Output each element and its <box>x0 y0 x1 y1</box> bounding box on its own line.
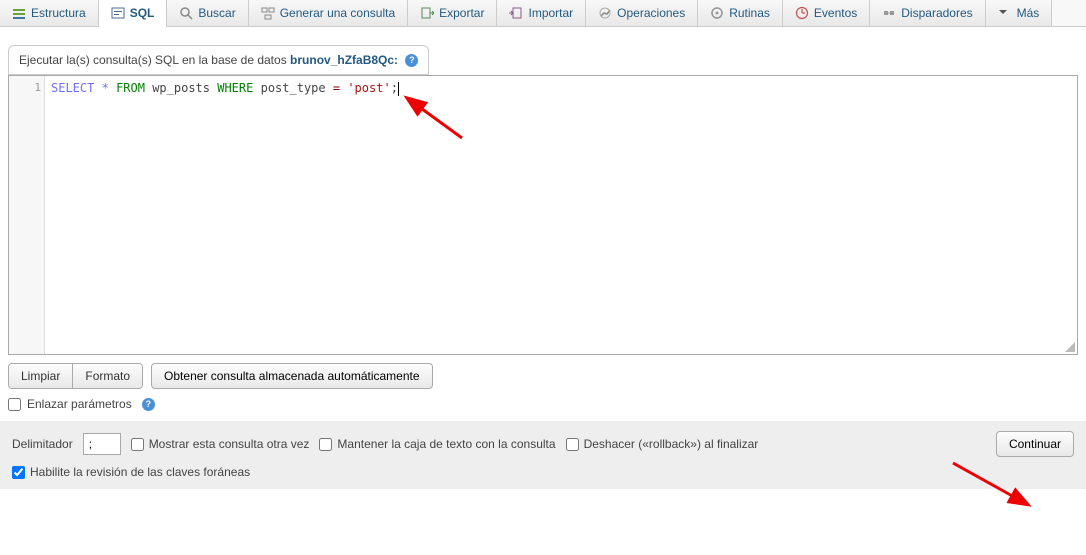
tab-generar[interactable]: Generar una consulta <box>249 0 408 26</box>
clear-button[interactable]: Limpiar <box>9 364 72 388</box>
bind-params-row: Enlazar parámetros ? <box>8 397 1078 411</box>
sql-icon <box>111 6 125 20</box>
header-prefix: Ejecutar la(s) consulta(s) SQL en la bas… <box>19 53 290 67</box>
tab-label: Operaciones <box>617 6 685 20</box>
sql-semicolon: ; <box>391 81 398 95</box>
rollback-checkbox[interactable] <box>566 438 579 451</box>
search-icon <box>179 6 193 20</box>
tab-label: Disparadores <box>901 6 972 20</box>
operations-icon <box>598 6 612 20</box>
tab-operaciones[interactable]: Operaciones <box>586 0 698 26</box>
retain-box-label[interactable]: Mantener la caja de texto con la consult… <box>337 437 555 451</box>
show-again-checkbox[interactable] <box>131 438 144 451</box>
export-icon <box>420 6 434 20</box>
tab-label: Generar una consulta <box>280 6 395 20</box>
bottom-panel: Delimitador Mostrar esta consulta otra v… <box>0 421 1086 489</box>
tab-label: Estructura <box>31 6 86 20</box>
sql-column: post_type <box>261 81 326 95</box>
tab-sql[interactable]: SQL <box>99 0 168 27</box>
sql-star: * <box>102 81 109 95</box>
editor-toolbar: Limpiar Formato Obtener consulta almacen… <box>8 363 1078 389</box>
format-button[interactable]: Formato <box>72 364 142 388</box>
show-again-label[interactable]: Mostrar esta consulta otra vez <box>149 437 310 451</box>
triggers-icon <box>882 6 896 20</box>
line-number: 1 <box>34 81 41 94</box>
sql-string: 'post' <box>347 81 390 95</box>
tab-label: Exportar <box>439 6 484 20</box>
tab-label: Más <box>1017 6 1040 20</box>
events-icon <box>795 6 809 20</box>
main-tabs: Estructura SQL Buscar Generar una consul… <box>0 0 1086 27</box>
retain-box-checkbox[interactable] <box>319 438 332 451</box>
tab-exportar[interactable]: Exportar <box>408 0 497 26</box>
sql-operator: = <box>333 81 340 95</box>
enable-fk-label[interactable]: Habilite la revisión de las claves forán… <box>30 465 250 479</box>
help-icon[interactable]: ? <box>405 54 418 67</box>
sql-keyword: FROM <box>116 81 145 95</box>
continue-button[interactable]: Continuar <box>996 431 1074 457</box>
tab-buscar[interactable]: Buscar <box>167 0 248 26</box>
rollback-label[interactable]: Deshacer («rollback») al finalizar <box>584 437 759 451</box>
sql-table: wp_posts <box>152 81 210 95</box>
resize-handle[interactable] <box>1065 342 1075 352</box>
tab-disparadores[interactable]: Disparadores <box>870 0 985 26</box>
tab-estructura[interactable]: Estructura <box>0 0 99 26</box>
tab-label: SQL <box>130 6 155 20</box>
bind-params-checkbox[interactable] <box>8 398 21 411</box>
text-cursor <box>398 82 399 96</box>
tab-label: Rutinas <box>729 6 770 20</box>
sql-keyword: SELECT <box>51 81 94 95</box>
button-group: Limpiar Formato <box>8 363 143 389</box>
bind-params-label[interactable]: Enlazar parámetros <box>27 397 132 411</box>
tab-mas[interactable]: Más <box>986 0 1053 26</box>
sql-keyword: WHERE <box>217 81 253 95</box>
more-icon <box>998 6 1012 20</box>
help-icon[interactable]: ? <box>142 398 155 411</box>
query-icon <box>261 6 275 20</box>
tab-label: Importar <box>528 6 573 20</box>
auto-query-button[interactable]: Obtener consulta almacenada automáticame… <box>151 363 433 389</box>
tab-eventos[interactable]: Eventos <box>783 0 870 26</box>
code-area[interactable]: SELECT * FROM wp_posts WHERE post_type =… <box>45 76 1077 354</box>
tab-label: Eventos <box>814 6 857 20</box>
tab-importar[interactable]: Importar <box>497 0 586 26</box>
tab-rutinas[interactable]: Rutinas <box>698 0 783 26</box>
import-icon <box>509 6 523 20</box>
delimiter-input[interactable] <box>83 433 121 455</box>
sql-editor[interactable]: 1 SELECT * FROM wp_posts WHERE post_type… <box>8 75 1078 355</box>
tab-label: Buscar <box>198 6 235 20</box>
delimiter-label: Delimitador <box>12 437 73 451</box>
database-name[interactable]: brunov_hZfaB8Qc: <box>290 53 398 67</box>
section-header: Ejecutar la(s) consulta(s) SQL en la bas… <box>8 45 429 75</box>
line-gutter: 1 <box>9 76 45 354</box>
structure-icon <box>12 6 26 20</box>
routines-icon <box>710 6 724 20</box>
enable-fk-checkbox[interactable] <box>12 466 25 479</box>
